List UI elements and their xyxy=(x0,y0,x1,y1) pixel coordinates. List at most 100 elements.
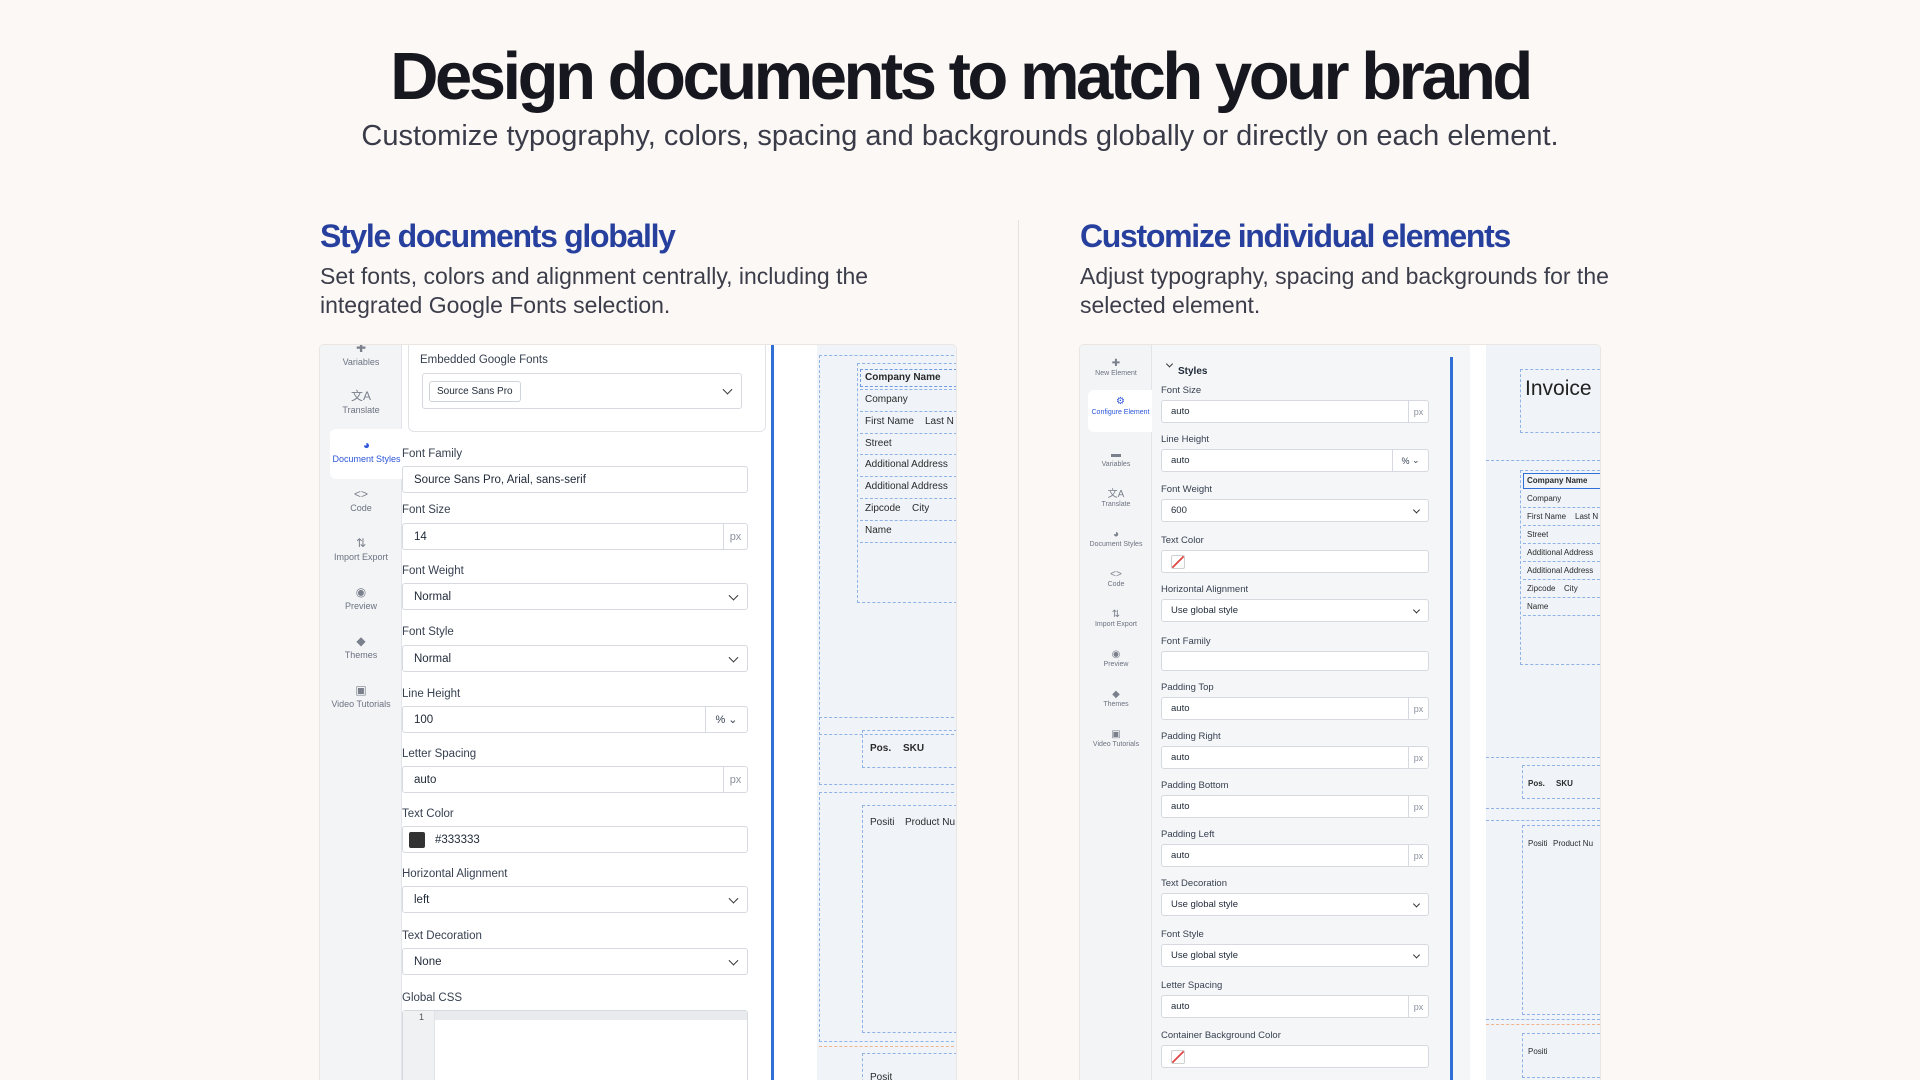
section-divider xyxy=(1486,1024,1600,1025)
right-section-description: Adjust typography, spacing and backgroun… xyxy=(1080,263,1609,318)
font-family-input[interactable]: Source Sans Pro, Arial, sans-serif xyxy=(402,466,748,493)
letter-spacing-label: Letter Spacing xyxy=(402,748,477,760)
sidebar-item-code[interactable]: <> Code xyxy=(1080,568,1152,598)
text-color-input[interactable] xyxy=(1161,550,1429,573)
sidebar-item-themes[interactable]: ◆ Themes xyxy=(1080,688,1152,718)
font-weight-select[interactable]: Normal xyxy=(402,583,748,610)
address-field[interactable]: Company Name xyxy=(865,372,941,383)
code-icon: <> xyxy=(353,487,368,501)
chevron-down-icon xyxy=(728,590,739,601)
left-section-title: Style documents globally xyxy=(320,218,676,254)
sidebar-item-translate[interactable]: 文A Translate xyxy=(1080,488,1152,518)
padding-top-input[interactable]: auto px xyxy=(1161,697,1429,720)
color-swatch[interactable] xyxy=(409,831,425,848)
sidebar-item-document-styles[interactable]: ◕ Document Styles xyxy=(330,429,403,479)
address-field[interactable]: First Name xyxy=(865,416,914,427)
address-field[interactable]: First Name xyxy=(1527,512,1566,521)
container-background-input[interactable] xyxy=(1161,1045,1429,1068)
global-css-editor[interactable]: 1 xyxy=(402,1010,748,1080)
address-field[interactable]: City xyxy=(1564,584,1578,593)
address-field[interactable]: Zipcode xyxy=(1527,584,1555,593)
sidebar-item-variables[interactable]: ✚ Variables xyxy=(320,345,402,375)
address-field[interactable]: Last N xyxy=(925,416,954,427)
line-height-unit-select[interactable]: % ⌄ xyxy=(705,707,747,732)
address-field[interactable]: Additional Address xyxy=(1527,566,1593,575)
hero-title: Design documents to match your brand xyxy=(390,39,1533,114)
sidebar-item-label: Import Export xyxy=(1094,621,1137,628)
address-field[interactable]: Last N xyxy=(1575,512,1598,521)
sidebar-item-import-export[interactable]: ⇅ Import Export xyxy=(320,536,402,576)
letter-spacing-value: auto xyxy=(414,773,437,786)
line-height-input[interactable]: auto % ⌄ xyxy=(1161,449,1429,472)
address-field[interactable]: Street xyxy=(1527,530,1548,539)
sidebar-item-translate[interactable]: 文A Translate xyxy=(320,389,402,429)
line-height-unit-select[interactable]: % ⌄ xyxy=(1392,450,1428,471)
panel-resize-handle[interactable] xyxy=(1450,357,1453,1080)
table-cell[interactable]: Product Nu xyxy=(1553,839,1593,848)
import-export-icon: ⇅ xyxy=(1111,609,1121,620)
table-header-cell[interactable]: SKU xyxy=(903,743,924,754)
text-decoration-select[interactable]: None xyxy=(402,948,748,975)
sidebar-item-configure-element[interactable]: ⚙ Configure Element xyxy=(1088,390,1153,432)
table-cell[interactable]: Positi xyxy=(870,817,894,828)
chevron-down-icon xyxy=(1412,505,1421,514)
invoice-title[interactable]: Invoice xyxy=(1525,377,1592,401)
font-weight-select[interactable]: 600 xyxy=(1161,499,1429,522)
chevron-down-icon xyxy=(728,893,739,904)
sidebar-item-themes[interactable]: ◆ Themes xyxy=(320,634,402,674)
sidebar-item-preview[interactable]: ◉ Preview xyxy=(320,585,402,625)
horizontal-alignment-select[interactable]: left xyxy=(402,886,748,913)
font-family-input[interactable] xyxy=(1161,651,1429,671)
horizontal-alignment-select[interactable]: Use global style xyxy=(1161,599,1429,622)
table-cell[interactable]: Positi xyxy=(1528,1047,1548,1056)
table-cell[interactable]: Positi xyxy=(1528,839,1548,848)
sidebar-item-variables[interactable]: ▬ Variables xyxy=(1080,448,1152,478)
google-fonts-label: Embedded Google Fonts xyxy=(420,354,548,366)
padding-right-input[interactable]: auto px xyxy=(1161,746,1429,769)
row-divider xyxy=(860,389,956,390)
sidebar-item-video-tutorials[interactable]: ▣ Video Tutorials xyxy=(320,683,402,723)
address-field[interactable]: Company xyxy=(1527,494,1561,503)
sidebar-item-label: Document Styles xyxy=(332,454,401,464)
chevron-down-icon xyxy=(1412,605,1421,614)
address-field[interactable]: Company Name xyxy=(1527,476,1587,485)
table-cell[interactable]: Posit xyxy=(870,1072,892,1080)
table-header-cell[interactable]: Pos. xyxy=(870,743,891,754)
address-field[interactable]: Additional Address xyxy=(865,481,948,492)
no-color-swatch[interactable] xyxy=(1171,1049,1185,1064)
google-font-chip[interactable]: Source Sans Pro xyxy=(429,380,521,402)
font-size-input[interactable]: 14 px xyxy=(402,523,748,550)
font-style-select[interactable]: Normal xyxy=(402,645,748,672)
address-field[interactable]: Additional Address xyxy=(865,459,948,470)
text-color-input[interactable]: #333333 xyxy=(402,826,748,853)
letter-spacing-input[interactable]: auto px xyxy=(402,766,748,793)
address-field[interactable]: Additional Address xyxy=(1527,548,1593,557)
address-field[interactable]: Company xyxy=(865,394,908,405)
table-header-cell[interactable]: Pos. xyxy=(1528,779,1545,788)
line-height-input[interactable]: 100 % ⌄ xyxy=(402,706,748,733)
chevron-down-icon xyxy=(722,384,733,395)
table-cell[interactable]: Product Nu xyxy=(905,817,955,828)
panel-resize-handle[interactable] xyxy=(771,345,774,1080)
styles-section-title[interactable]: Styles xyxy=(1178,366,1207,377)
letter-spacing-input[interactable]: auto px xyxy=(1161,995,1429,1018)
google-fonts-select[interactable]: Source Sans Pro xyxy=(422,373,742,409)
sidebar-item-preview[interactable]: ◉ Preview xyxy=(1080,648,1152,678)
sidebar-item-code[interactable]: <> Code xyxy=(320,487,402,527)
no-color-swatch[interactable] xyxy=(1171,554,1185,569)
sidebar-item-import-export[interactable]: ⇅ Import Export xyxy=(1080,608,1152,638)
table-header-cell[interactable]: SKU xyxy=(1556,779,1573,788)
padding-bottom-input[interactable]: auto px xyxy=(1161,795,1429,818)
text-decoration-select[interactable]: Use global style xyxy=(1161,893,1429,916)
font-size-input[interactable]: auto px xyxy=(1161,400,1429,423)
sidebar-item-new-element[interactable]: ✚ New Element xyxy=(1080,357,1152,387)
address-field[interactable]: Name xyxy=(865,525,892,536)
address-field[interactable]: Zipcode xyxy=(865,503,901,514)
font-style-select[interactable]: Use global style xyxy=(1161,944,1429,967)
address-field[interactable]: Street xyxy=(865,438,892,449)
sidebar-item-document-styles[interactable]: ◕ Document Styles xyxy=(1080,528,1152,558)
address-field[interactable]: Name xyxy=(1527,602,1548,611)
padding-left-input[interactable]: auto px xyxy=(1161,844,1429,867)
sidebar-item-video-tutorials[interactable]: ▣ Video Tutorials xyxy=(1080,728,1152,758)
address-field[interactable]: City xyxy=(912,503,929,514)
